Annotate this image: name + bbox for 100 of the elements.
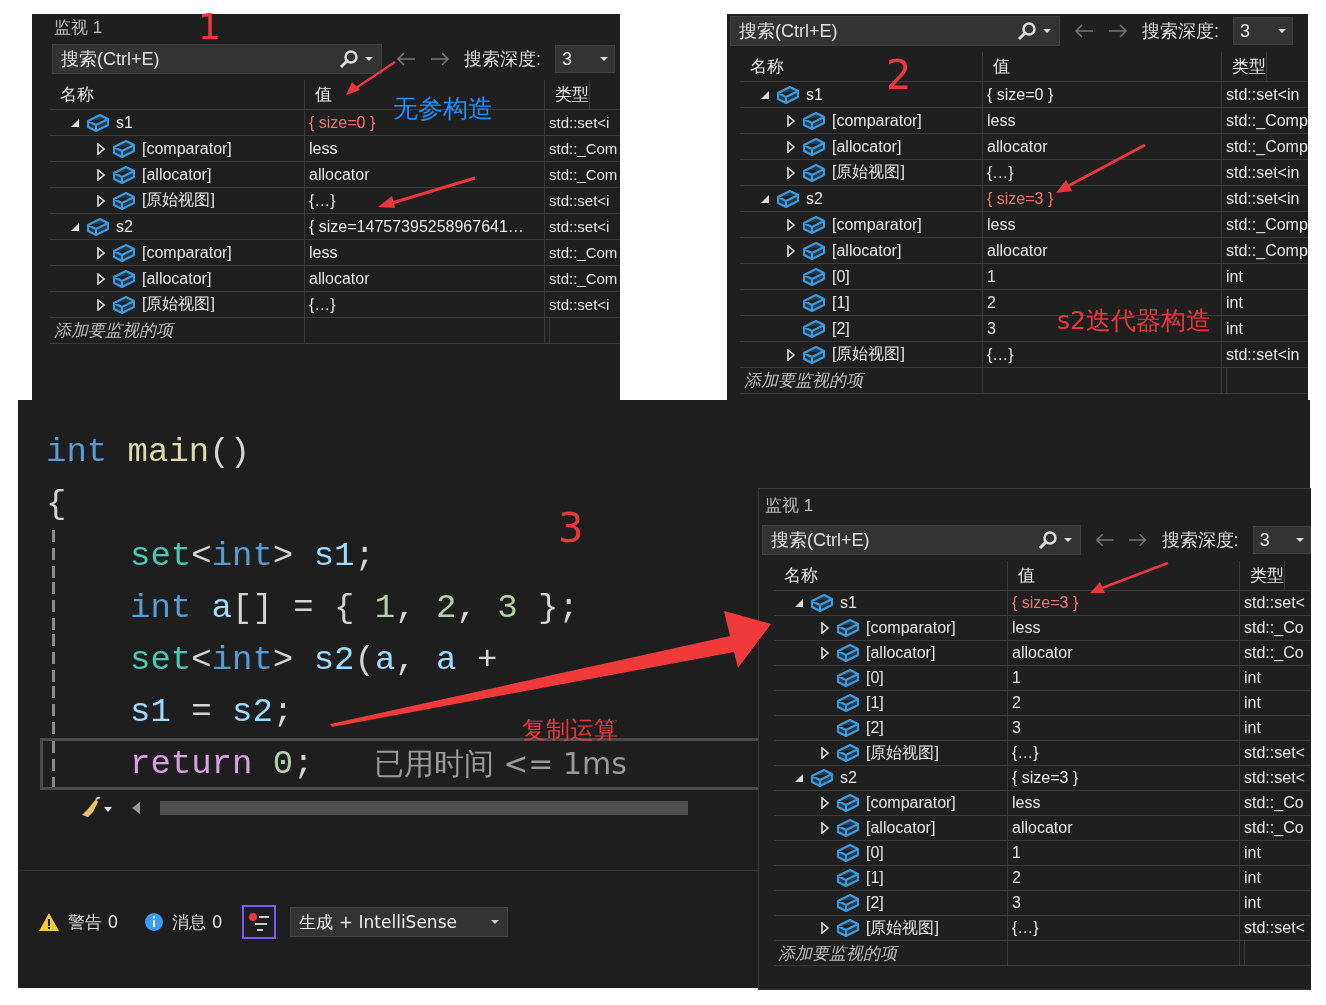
cube-icon	[836, 868, 860, 888]
search-field[interactable]: 搜索(Ctrl+E)	[61, 48, 333, 70]
expander-icon[interactable]	[96, 194, 106, 207]
variable-value: allocator	[987, 137, 1048, 156]
variable-value: { size=14757395258967641…	[309, 217, 524, 236]
cube-icon	[86, 216, 110, 237]
warnings-button[interactable]: 警告 0	[32, 910, 125, 934]
expander-icon[interactable]	[820, 922, 830, 934]
variable-name: [comparator]	[832, 215, 922, 234]
expander-icon[interactable]	[786, 244, 796, 257]
caret-icon[interactable]	[365, 57, 373, 61]
caret-icon[interactable]	[1064, 538, 1072, 542]
variable-type: int	[1244, 844, 1261, 862]
expander-icon[interactable]	[96, 142, 106, 155]
variable-type: std::_Com	[549, 270, 618, 287]
variable-type: int	[1226, 267, 1243, 286]
cube-icon	[836, 918, 860, 938]
search-depth-dropdown[interactable]: 3	[1252, 526, 1311, 554]
expander-icon[interactable]	[820, 822, 830, 834]
variable-value: less	[1012, 619, 1041, 637]
expander-icon[interactable]	[794, 772, 804, 784]
expander-icon[interactable]	[96, 168, 106, 181]
expander-icon[interactable]	[794, 597, 804, 609]
search-depth-dropdown[interactable]: 3	[1233, 17, 1293, 45]
search-icon[interactable]	[1038, 530, 1058, 550]
column-header[interactable]: 名称	[750, 55, 784, 78]
elapsed-time-hint: 已用时间 <= 1ms	[373, 745, 627, 783]
expander-icon[interactable]	[786, 218, 796, 231]
expander-icon[interactable]	[96, 272, 106, 285]
cube-icon	[802, 162, 826, 183]
build-source-dropdown[interactable]: 生成 + IntelliSense	[290, 907, 509, 937]
search-field[interactable]: 搜索(Ctrl+E)	[739, 20, 1011, 42]
variable-value: { size=3 }	[987, 189, 1054, 208]
expander-icon[interactable]	[820, 747, 830, 759]
expander-icon[interactable]	[786, 114, 796, 127]
variable-value: 2	[1012, 694, 1021, 712]
search-icon[interactable]	[339, 49, 359, 69]
search-depth-label: 搜索深度:	[1142, 20, 1219, 43]
column-header[interactable]: 名称	[784, 564, 818, 587]
variable-value: less	[987, 111, 1016, 130]
variable-value: allocator	[309, 165, 370, 184]
search-box[interactable]: 搜索(Ctrl+E)	[52, 44, 382, 74]
back-arrow-icon[interactable]	[1074, 24, 1094, 38]
variable-name: [原始视图]	[866, 742, 939, 763]
variable-type: std::_Co	[1244, 794, 1304, 812]
search-depth-dropdown[interactable]: 3	[555, 45, 615, 73]
variable-name: [comparator]	[866, 619, 956, 637]
variable-value: { size=3 }	[1012, 769, 1079, 787]
expander-icon[interactable]	[96, 246, 106, 259]
expander-icon[interactable]	[820, 797, 830, 809]
add-watch-item[interactable]: 添加要监视的项	[50, 318, 305, 343]
variable-name: [allocator]	[832, 137, 902, 156]
column-header[interactable]: 名称	[60, 83, 94, 106]
column-header[interactable]: 类型	[1250, 564, 1284, 587]
variable-name: [2]	[832, 319, 850, 338]
forward-arrow-icon[interactable]	[1128, 533, 1148, 547]
add-watch-item[interactable]: 添加要监视的项	[774, 941, 1008, 965]
variable-name: [allocator]	[832, 241, 902, 260]
horizontal-scrollbar[interactable]	[160, 801, 688, 815]
forward-arrow-icon[interactable]	[1108, 24, 1128, 38]
caret-icon	[1278, 29, 1286, 33]
annotation-text: 复制运算	[522, 715, 618, 746]
column-header[interactable]: 类型	[555, 83, 589, 106]
cube-icon	[836, 693, 860, 713]
expander-icon[interactable]	[786, 348, 796, 361]
annotation-text: 无参构造	[393, 93, 493, 125]
scroll-left-icon[interactable]	[132, 802, 140, 814]
search-field[interactable]: 搜索(Ctrl+E)	[771, 529, 1032, 551]
column-header[interactable]: 类型	[1232, 55, 1266, 78]
variable-value: allocator	[309, 269, 370, 288]
messages-button[interactable]: 消息 0	[138, 910, 229, 934]
variable-type: std::set<i	[549, 192, 610, 209]
back-arrow-icon[interactable]	[1095, 533, 1115, 547]
code-line: return 0;	[130, 744, 314, 785]
column-header[interactable]: 值	[1018, 564, 1035, 587]
filter-toggle-button[interactable]	[242, 905, 277, 939]
expander-icon[interactable]	[820, 647, 830, 659]
search-icon[interactable]	[1017, 21, 1037, 41]
expander-icon[interactable]	[786, 140, 796, 153]
search-box[interactable]: 搜索(Ctrl+E)	[730, 16, 1060, 46]
expander-icon[interactable]	[820, 622, 830, 634]
variable-type: int	[1226, 293, 1243, 312]
forward-arrow-icon[interactable]	[430, 52, 450, 66]
variable-type: std::_Com	[549, 244, 618, 261]
caret-icon[interactable]	[1043, 29, 1051, 33]
variable-name: [原始视图]	[142, 294, 215, 314]
add-watch-item[interactable]: 添加要监视的项	[740, 368, 983, 393]
search-depth-label: 搜索深度:	[464, 48, 541, 71]
back-arrow-icon[interactable]	[396, 52, 416, 66]
search-box[interactable]: 搜索(Ctrl+E)	[762, 525, 1081, 555]
variable-type: int	[1244, 894, 1261, 912]
variable-type: std::set<	[1244, 769, 1305, 787]
search-depth-label: 搜索深度:	[1161, 529, 1239, 552]
expander-icon[interactable]	[96, 298, 106, 311]
expander-icon[interactable]	[786, 166, 796, 179]
variable-name: [原始视图]	[832, 162, 905, 182]
column-header[interactable]: 值	[315, 83, 332, 106]
variable-type: int	[1244, 869, 1261, 887]
column-header[interactable]: 值	[993, 55, 1010, 78]
variable-value: {…}	[1012, 744, 1039, 762]
